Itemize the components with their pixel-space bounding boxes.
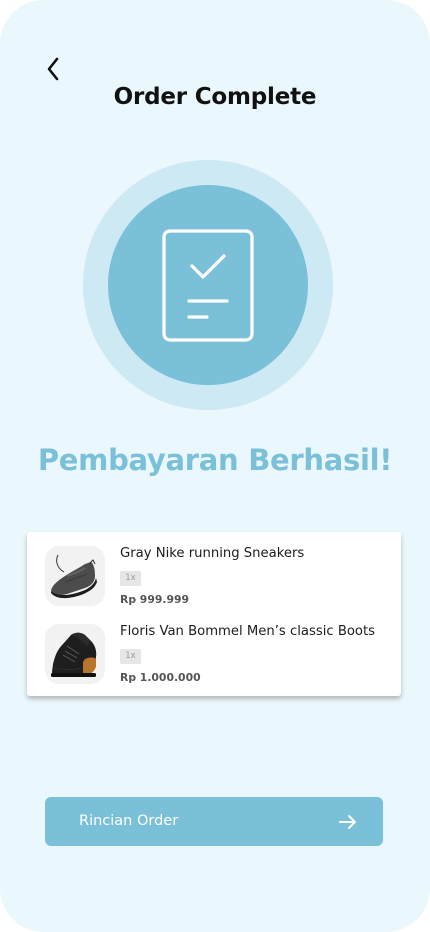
order-details-button[interactable]: Rincian Order [45,797,383,846]
arrow-right-icon [339,815,356,829]
success-illustration [83,160,333,410]
boot-image [45,624,105,684]
order-details-label: Rincian Order [79,813,179,829]
back-button[interactable] [38,52,68,86]
item-price: Rp 1.000.000 [120,671,201,684]
order-summary-card: Gray Nike running Sneakers 1x Rp 999.999… [27,532,401,696]
hero-inner-circle [108,185,308,385]
page-title: Order Complete [113,84,317,110]
payment-success-message: Pembayaran Berhasil! [37,443,393,477]
item-name: Floris Van Bommel Men’s classic Boots [120,624,376,639]
order-item[interactable]: Gray Nike running Sneakers 1x Rp 999.999 [45,546,385,608]
sneaker-image [45,546,105,606]
order-item[interactable]: Floris Van Bommel Men’s classic Boots 1x… [45,624,385,686]
order-complete-screen: Order Complete Pembayaran Berhasil! Gray… [0,0,430,932]
quantity-badge: 1x [120,649,141,664]
item-name: Gray Nike running Sneakers [120,546,305,561]
item-price: Rp 999.999 [120,593,189,606]
chevron-left-icon [47,57,59,81]
quantity-badge: 1x [120,571,141,586]
